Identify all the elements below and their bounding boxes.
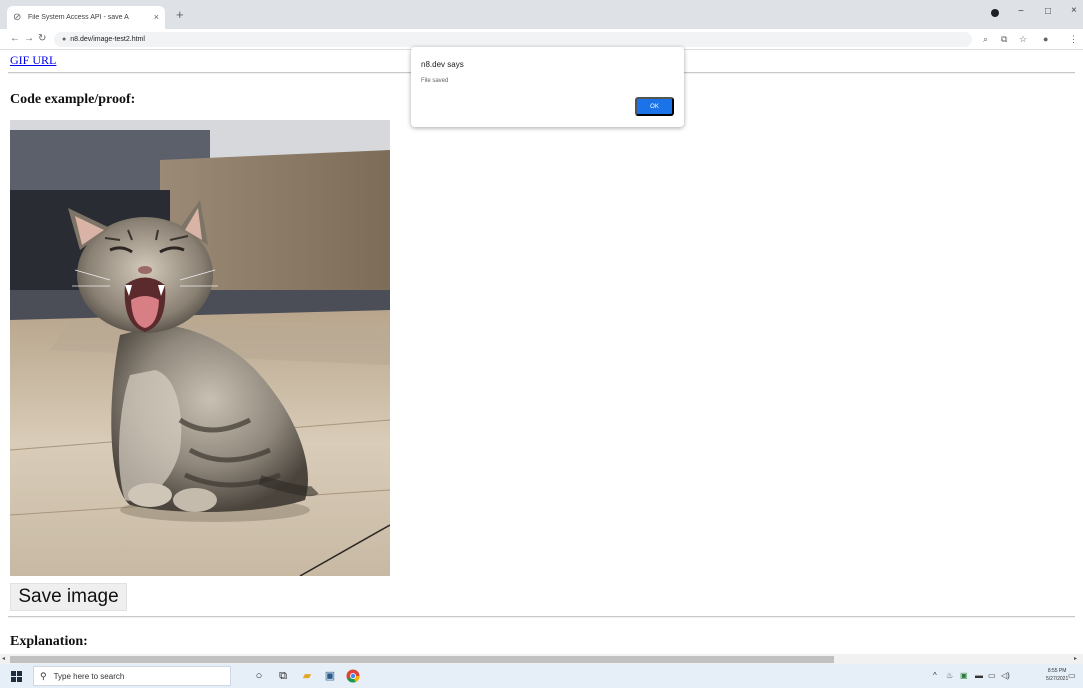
tab-title: File System Access API - save A	[28, 14, 129, 21]
clock-time: 8:55 PM	[1047, 668, 1067, 674]
bookmark-star-icon[interactable]: ☆	[1019, 33, 1027, 45]
extension-icon[interactable]	[991, 9, 999, 17]
volume-icon[interactable]: ◁)	[1001, 670, 1010, 682]
profile-avatar-icon[interactable]: ●	[1043, 33, 1048, 45]
dialog-message: File saved	[421, 78, 449, 84]
close-window-button[interactable]: ×	[1071, 5, 1077, 16]
search-placeholder: Type here to search	[53, 671, 125, 681]
save-image-button[interactable]: Save image	[10, 583, 127, 611]
alert-dialog: n8.dev says File saved OK	[411, 47, 684, 127]
tray-meet-icon[interactable]: ▣	[960, 670, 968, 682]
page-content: GIF URL Code example/proof: Save image E…	[0, 50, 1083, 654]
ok-button[interactable]: OK	[635, 97, 674, 116]
windows-taskbar: ⚲ Type here to search ○ ⧉ ▰ ▣ ^ ♨ ▣ ▬ ▭ …	[0, 664, 1083, 688]
page-favicon-icon: ⊘	[13, 11, 22, 23]
tray-app-icon[interactable]: ♨	[946, 670, 953, 682]
zoom-icon[interactable]: ⌕	[983, 33, 988, 45]
taskbar-search-box[interactable]: ⚲ Type here to search	[33, 666, 231, 686]
kitten-photo	[10, 120, 390, 576]
tab-close-icon[interactable]: ×	[154, 13, 159, 22]
minimize-button[interactable]: −	[1018, 6, 1024, 17]
windows-start-icon[interactable]	[11, 671, 22, 682]
reload-icon[interactable]: ↻	[38, 33, 46, 45]
file-explorer-icon[interactable]: ▰	[300, 669, 314, 683]
menu-kebab-icon[interactable]: ⋮	[1069, 33, 1078, 45]
explanation-heading: Explanation:	[10, 634, 88, 649]
notifications-icon[interactable]: ▭	[1068, 670, 1076, 682]
cortana-icon[interactable]: ○	[252, 669, 266, 683]
divider-bottom	[8, 616, 1075, 618]
horizontal-scrollbar[interactable]: ◂ ▸	[0, 654, 1083, 664]
browser-tab[interactable]: ⊘ File System Access API - save A ×	[7, 6, 165, 29]
new-tab-button[interactable]: +	[176, 8, 184, 21]
scroll-right-arrow-icon[interactable]: ▸	[1074, 655, 1077, 663]
forward-arrow-icon[interactable]: →	[24, 33, 34, 45]
monitor-icon[interactable]: ▭	[988, 670, 996, 682]
chrome-icon[interactable]	[346, 669, 360, 683]
clock-date: 5/27/2021	[1046, 676, 1069, 682]
address-bar[interactable]: ● n8.dev/image-test2.html	[54, 32, 972, 47]
address-url: n8.dev/image-test2.html	[70, 36, 145, 43]
browser-tab-strip: ⊘ File System Access API - save A × + − …	[0, 0, 1083, 29]
search-icon: ⚲	[40, 670, 47, 681]
store-icon[interactable]: ▣	[323, 669, 337, 683]
network-icon[interactable]: ▬	[975, 670, 983, 682]
dialog-title: n8.dev says	[421, 60, 464, 69]
task-view-icon[interactable]: ⧉	[276, 669, 290, 683]
gif-url-link[interactable]: GIF URL	[10, 53, 56, 68]
back-arrow-icon[interactable]: ←	[10, 33, 20, 45]
taskbar-clock[interactable]: 8:55 PM 5/27/2021	[1046, 667, 1068, 683]
lock-icon: ●	[62, 36, 67, 43]
restore-button[interactable]: □	[1045, 6, 1051, 17]
scroll-left-arrow-icon[interactable]: ◂	[2, 655, 5, 663]
cast-icon[interactable]: ⧉	[1001, 33, 1007, 45]
code-example-heading: Code example/proof:	[10, 92, 136, 107]
scrollbar-thumb[interactable]	[10, 656, 834, 663]
tray-expand-icon[interactable]: ^	[933, 670, 937, 682]
